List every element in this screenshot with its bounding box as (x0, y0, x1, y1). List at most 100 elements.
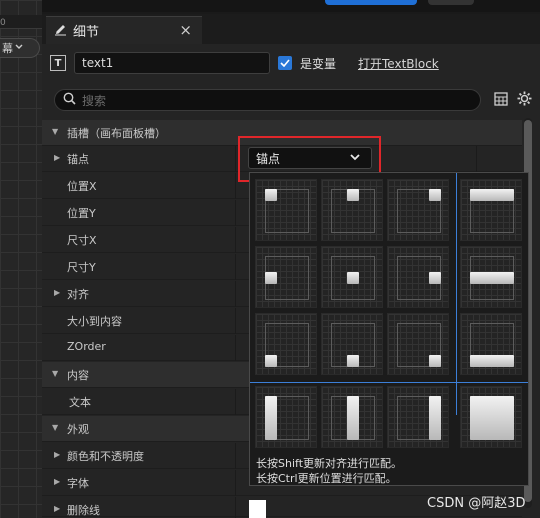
column-divider (235, 281, 236, 307)
anchor-mark (265, 189, 277, 201)
anchor-preset-bottom-right[interactable] (387, 313, 449, 375)
close-icon[interactable]: × (179, 21, 192, 39)
anchor-preset-top-left[interactable] (255, 179, 317, 241)
hint-shift: 长按Shift更新对齐进行匹配。 (256, 457, 403, 470)
text-widget-icon: T (50, 55, 66, 71)
property-label: ZOrder (67, 340, 106, 353)
column-divider (235, 470, 236, 496)
top-toolbar-button-secondary[interactable] (428, 0, 474, 5)
tab-label: 细节 (73, 25, 100, 40)
anchor-preset-popup: 长按Shift更新对齐进行匹配。 长按Ctrl更新位置进行匹配。 (249, 172, 529, 486)
column-divider (235, 146, 236, 172)
anchor-preset-left-stretch[interactable] (255, 386, 317, 448)
anchor-preset-center-stretch[interactable] (460, 246, 522, 308)
anchor-mark (429, 355, 441, 367)
anchor-mark (265, 272, 277, 284)
property-label: 位置Y (67, 207, 96, 220)
anchor-preset-center-vertical-stretch[interactable] (321, 386, 383, 448)
property-label: 尺寸Y (67, 261, 96, 274)
expand-arrow-icon: ▼ (52, 423, 59, 432)
column-divider (235, 335, 236, 361)
color-swatch[interactable] (249, 500, 266, 518)
property-label: 外观 (67, 423, 89, 436)
search-row: 搜索 (54, 89, 539, 111)
column-divider (235, 200, 236, 226)
guide-line-horizontal (250, 382, 528, 383)
anchor-preset-top-stretch[interactable] (460, 179, 522, 241)
anchor-mark (429, 396, 441, 440)
anchor-preset-top-right[interactable] (387, 179, 449, 241)
column-divider (235, 254, 236, 280)
column-divider (235, 389, 236, 415)
anchor-mark (470, 355, 514, 367)
property-label: 字体 (67, 477, 89, 490)
anchor-mark (470, 189, 514, 201)
top-toolbar-button[interactable] (325, 0, 417, 5)
open-textblock-link[interactable]: 打开TextBlock (358, 55, 439, 72)
property-label: 文本 (69, 396, 91, 409)
screen-size-label: 幕 (2, 42, 13, 55)
collapse-arrow-icon: ▶ (54, 450, 61, 459)
anchor-preset-center[interactable] (321, 246, 383, 308)
column-divider (235, 173, 236, 199)
screen-size-dropdown[interactable]: 幕 (0, 38, 40, 58)
property-label: 对齐 (67, 288, 89, 301)
column-divider (235, 497, 236, 518)
tab-details[interactable]: 细节 × (46, 16, 202, 44)
property-label: 插槽（画布面板槽） (67, 127, 166, 140)
table-view-icon[interactable] (494, 92, 508, 109)
anchor-preset-center-right[interactable] (387, 246, 449, 308)
chevron-down-icon (15, 43, 23, 53)
anchor-preset-top-center[interactable] (321, 179, 383, 241)
watermark: CSDN @阿赵3D (427, 496, 526, 511)
column-divider (235, 443, 236, 469)
property-label: 位置X (67, 180, 97, 193)
anchor-preset-fill[interactable] (460, 386, 522, 448)
widget-name-input[interactable] (74, 52, 270, 74)
property-label: 内容 (67, 369, 89, 382)
property-label: 删除线 (67, 504, 100, 517)
tab-strip: 细节 × (42, 14, 540, 44)
ruler (0, 15, 42, 29)
anchor-mark (347, 355, 359, 367)
property-label: 尺寸X (67, 234, 97, 247)
guide-line-vertical (456, 173, 457, 415)
search-icon (63, 92, 76, 108)
search-placeholder: 搜索 (82, 93, 107, 108)
property-label: 锚点 (67, 153, 89, 166)
column-divider (235, 227, 236, 253)
anchor-mark (429, 272, 441, 284)
is-variable-checkbox[interactable] (278, 56, 292, 70)
property-label: 颜色和不透明度 (67, 450, 144, 463)
anchor-mark (470, 272, 514, 284)
hint-ctrl: 长按Ctrl更新位置进行匹配。 (256, 472, 397, 485)
search-input[interactable]: 搜索 (54, 89, 481, 111)
anchor-preset-center-left[interactable] (255, 246, 317, 308)
pencil-icon (54, 23, 67, 39)
anchor-preset-bottom-stretch[interactable] (460, 313, 522, 375)
collapse-arrow-icon: ▶ (54, 288, 61, 297)
expand-arrow-icon: ▼ (52, 127, 59, 136)
anchor-preset-right-stretch[interactable] (387, 386, 449, 448)
anchor-mark (347, 396, 359, 440)
ruler-number: 0 (0, 18, 6, 28)
property-label: 大小到内容 (67, 315, 122, 328)
anchor-preset-bottom-left[interactable] (255, 313, 317, 375)
anchor-preset-bottom-center[interactable] (321, 313, 383, 375)
is-variable-label: 是变量 (300, 56, 337, 71)
anchor-mark (265, 396, 277, 440)
designer-viewport[interactable] (0, 0, 42, 518)
collapse-arrow-icon: ▶ (54, 153, 61, 162)
column-divider (476, 146, 477, 172)
gear-icon[interactable] (516, 90, 533, 110)
anchor-mark (265, 355, 277, 367)
anchor-mark (347, 189, 359, 201)
widget-header: T 是变量 打开TextBlock (50, 52, 530, 74)
anchor-mark (470, 396, 514, 440)
column-divider (235, 308, 236, 334)
collapse-arrow-icon: ▶ (54, 477, 61, 486)
anchor-mark (429, 189, 441, 201)
anchor-mark (347, 272, 359, 284)
expand-arrow-icon: ▼ (52, 369, 59, 378)
collapse-arrow-icon: ▶ (54, 504, 61, 513)
